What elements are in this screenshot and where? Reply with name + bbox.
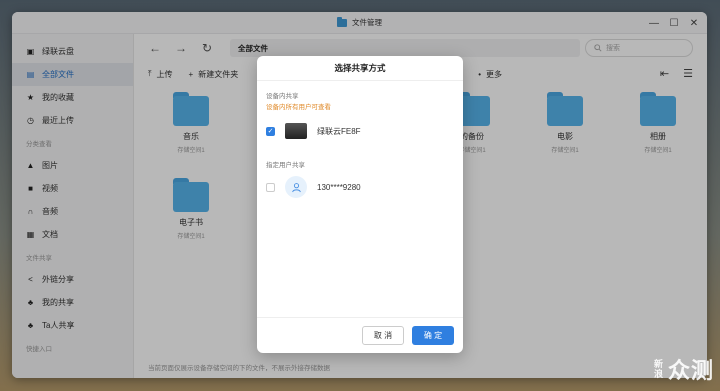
watermark-big-text: 众测 xyxy=(667,358,714,383)
dialog-footer: 取 消 确 定 xyxy=(257,317,463,353)
user-avatar-icon xyxy=(285,176,307,198)
device-share-hint: 设备内所有用户可查看 xyxy=(266,104,331,111)
section-device-share: 设备内共享 xyxy=(266,93,299,100)
share-mode-dialog: 选择共享方式 设备内共享 设备内所有用户可查看 ✓ 绿联云FE8F 指定用户共享… xyxy=(257,56,463,353)
user-share-checkbox[interactable] xyxy=(266,182,275,192)
cancel-button[interactable]: 取 消 xyxy=(362,326,404,345)
device-name: 绿联云FE8F xyxy=(317,126,361,136)
watermark: 新浪 众测 xyxy=(654,353,714,385)
watermark-small-text: 新浪 xyxy=(653,359,663,379)
user-share-option[interactable]: 130****9280 xyxy=(266,175,361,199)
dialog-title: 选择共享方式 xyxy=(257,56,463,81)
section-user-share: 指定用户共享 xyxy=(266,162,305,169)
device-share-checkbox[interactable]: ✓ xyxy=(266,126,275,136)
person-icon xyxy=(291,182,301,192)
nas-device-icon xyxy=(285,123,307,139)
user-name: 130****9280 xyxy=(317,182,361,192)
device-share-option[interactable]: ✓ 绿联云FE8F xyxy=(266,119,361,143)
confirm-button[interactable]: 确 定 xyxy=(412,326,454,345)
